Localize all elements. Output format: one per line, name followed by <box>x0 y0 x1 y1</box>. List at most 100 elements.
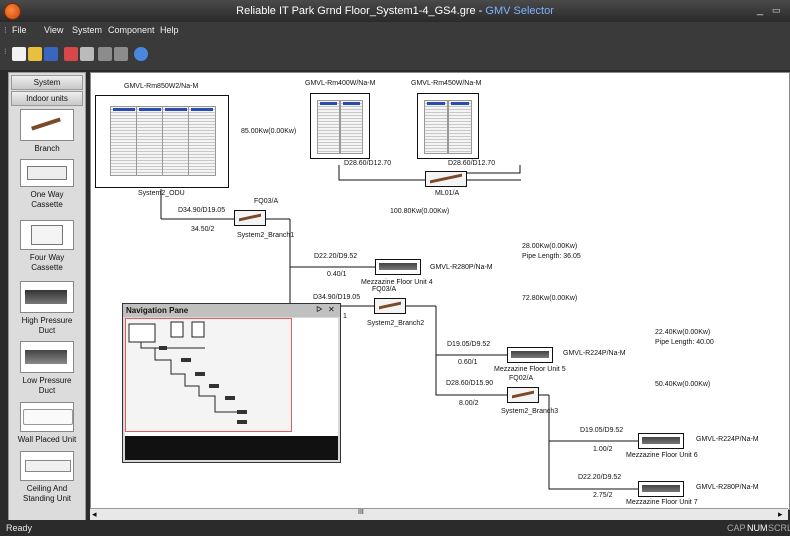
unit6-model: GMVL-R224P/Na-M <box>696 436 759 443</box>
indoor-unit-6[interactable] <box>638 433 684 449</box>
indoor-unit-5[interactable] <box>507 347 553 363</box>
scroll-thumb[interactable]: III <box>358 509 364 516</box>
branch3-capacity: 50.40Kw(0.00Kw) <box>655 381 711 388</box>
indoor-unit-7[interactable] <box>638 481 684 497</box>
menu-view[interactable]: View <box>44 25 63 35</box>
menu-help[interactable]: Help <box>160 25 179 35</box>
scroll-right-icon[interactable]: ▸ <box>778 509 783 520</box>
navigation-pane[interactable]: Navigation Pane ᐅ ✕ <box>122 303 341 463</box>
branch-icon <box>20 109 74 141</box>
pipe-odu: D34.90/D19.05 <box>178 207 226 214</box>
branch1-fq: FQ03/A <box>254 198 279 205</box>
save-icon[interactable] <box>44 47 58 61</box>
toolbar-grip: ⁝ <box>4 47 7 56</box>
navigation-pane-header: Navigation Pane ᐅ ✕ <box>123 304 340 317</box>
menu-component[interactable]: Component <box>108 25 155 35</box>
component-low-pressure-duct[interactable]: Low Pressure Duct <box>9 341 85 396</box>
preview-diagram <box>128 321 247 424</box>
scroll-left-icon[interactable]: ◂ <box>92 509 97 520</box>
preview-dark-area <box>125 436 338 460</box>
scrl-indicator: SCRL <box>768 523 790 533</box>
odu-fan-panel <box>317 100 340 154</box>
odu-module1-unit[interactable] <box>310 93 370 159</box>
odu-main-model: GMVL-Rm850W2/Na-M <box>124 83 199 90</box>
status-text: Ready <box>6 523 33 533</box>
branch2-joint[interactable] <box>374 298 406 314</box>
component-branch[interactable]: Branch <box>9 109 85 154</box>
branch3-name: System2_Branch3 <box>501 408 559 415</box>
document-title: Reliable IT Park Grnd Floor_System1-4_GS… <box>236 5 476 17</box>
tab-indoor-units[interactable]: Indoor units <box>11 91 83 106</box>
high-pressure-duct-icon <box>20 281 74 313</box>
pipe-branch2: D34.90/D19.05 <box>313 294 361 301</box>
four-way-cassette-icon <box>20 220 74 250</box>
wall-unit-icon <box>20 402 74 432</box>
title-bar: Reliable IT Park Grnd Floor_System1-4_GS… <box>0 0 790 22</box>
unit4-name: Mezzazine Floor Unit 4 <box>361 279 433 286</box>
unit5-name: Mezzazine Floor Unit 5 <box>494 366 566 373</box>
branch2-name: System2_Branch2 <box>367 320 425 327</box>
component-label: Branch <box>34 144 60 153</box>
pipe-unit4: D22.20/D9.52 <box>314 253 358 260</box>
unit5-model: GMVL-R224P/Na-M <box>563 350 626 357</box>
odu-module2-unit[interactable] <box>417 93 479 159</box>
component-high-pressure-duct[interactable]: High Pressure Duct <box>9 281 85 336</box>
unit7-name: Mezzazine Floor Unit 7 <box>626 499 698 506</box>
odu-fan-panel <box>340 100 363 154</box>
pin-icon[interactable]: ᐅ <box>316 305 322 314</box>
app-name: GMV Selector <box>485 5 554 17</box>
menu-file[interactable]: File <box>12 25 27 35</box>
component-sidebar: System Indoor units Branch One Way Casse… <box>8 72 86 522</box>
ml01-joint[interactable] <box>425 171 467 187</box>
component-ceiling-standing-unit[interactable]: Ceiling And Standing Unit <box>9 451 85 504</box>
unit4-pipe-length: Pipe Length: 36.05 <box>522 253 581 260</box>
component-label: Low Pressure Duct <box>22 376 72 395</box>
odu-fan-panel <box>448 100 472 154</box>
component-four-way-cassette[interactable]: Four Way Cassette <box>9 220 85 273</box>
menu-bar: ⁝ File View System Component Help <box>0 22 790 40</box>
print-icon[interactable] <box>64 47 78 61</box>
status-bar: Ready CAP NUM SCRL <box>0 520 790 536</box>
length-odu: 34.50/2 <box>191 226 215 233</box>
odu-fan-panel <box>424 100 448 154</box>
component-label: Wall Placed Unit <box>17 435 77 444</box>
component-one-way-cassette[interactable]: One Way Cassette <box>9 159 85 210</box>
redo-icon[interactable] <box>114 47 128 61</box>
odu-module2-model: GMVL-Rm450W/Na-M <box>411 80 482 87</box>
component-wall-placed-unit[interactable]: Wall Placed Unit <box>9 402 85 445</box>
menu-grip: ⁝ <box>4 25 7 35</box>
odu-module1-model: GMVL-Rm400W/Na-M <box>305 80 376 87</box>
unit4-model: GMVL-R280P/Na-M <box>430 264 493 271</box>
length-unit7: 2.75/2 <box>593 492 613 499</box>
navigation-preview[interactable] <box>125 318 338 460</box>
pipe-unit5: D19.05/D9.52 <box>447 341 491 348</box>
minimize-button[interactable]: _ <box>757 4 763 16</box>
unit4-capacity: 28.00Kw(0.00Kw) <box>522 243 578 250</box>
branch2-capacity: 72.80Kw(0.00Kw) <box>522 295 578 302</box>
close-icon[interactable]: ✕ <box>328 305 335 314</box>
indoor-unit-4[interactable] <box>375 259 421 275</box>
unit7-model: GMVL-R280P/Na-M <box>696 484 759 491</box>
odu-fan-panel <box>136 106 164 176</box>
copy-icon[interactable] <box>80 47 94 61</box>
odu-module1-pipe: D28.60/D12.70 <box>344 160 392 167</box>
odu-main-unit[interactable] <box>95 95 229 188</box>
undo-icon[interactable] <box>98 47 112 61</box>
stray-label: 1 <box>343 313 347 320</box>
menu-system[interactable]: System <box>72 25 102 35</box>
tab-system[interactable]: System <box>11 75 83 90</box>
capacity-total: 100.80Kw(0.00Kw) <box>390 208 450 215</box>
help-icon[interactable] <box>134 47 148 61</box>
odu-module2-pipe: D28.60/D12.70 <box>448 160 496 167</box>
pipe-unit7: D22.20/D9.52 <box>578 474 622 481</box>
ml01-label: ML01/A <box>435 190 460 197</box>
component-label: High Pressure Duct <box>21 316 73 335</box>
branch3-fq: FQ02/A <box>509 375 534 382</box>
branch1-joint[interactable] <box>234 210 266 226</box>
branch3-joint[interactable] <box>507 387 539 403</box>
length-unit4: 0.40/1 <box>327 271 347 278</box>
new-icon[interactable] <box>12 47 26 61</box>
window-title: Reliable IT Park Grnd Floor_System1-4_GS… <box>0 5 790 17</box>
open-icon[interactable] <box>28 47 42 61</box>
maximize-button[interactable]: ▭ <box>772 5 781 16</box>
